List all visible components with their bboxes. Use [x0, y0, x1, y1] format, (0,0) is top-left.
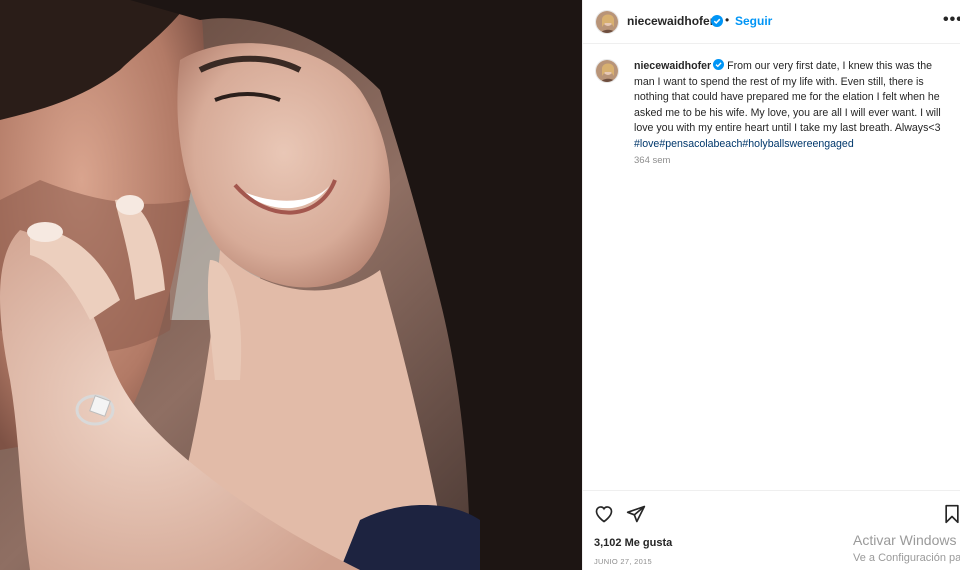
author-username[interactable]: niecewaidhofer: [627, 14, 714, 28]
hashtag-link[interactable]: #pensacolabeach: [659, 138, 742, 150]
avatar-image: [596, 60, 618, 82]
post-photo[interactable]: [0, 0, 582, 570]
photo-image: [0, 0, 582, 570]
hashtag-link[interactable]: #love: [634, 138, 659, 150]
os-activation-watermark: Activar Windows Ve a Configuración para …: [583, 491, 960, 571]
caption-avatar[interactable]: [595, 59, 619, 83]
post-details-panel: niecewaidhofer • Seguir ••• niecewaidhof…: [582, 0, 960, 570]
hashtag-link[interactable]: #holyballswereengaged: [742, 138, 853, 150]
more-options-icon[interactable]: •••: [943, 10, 960, 30]
watermark-line1: Activar Windows: [853, 532, 957, 548]
verified-badge-icon: [713, 59, 725, 70]
watermark-line2: Ve a Configuración para activar Windows.: [853, 552, 960, 564]
avatar-image: [596, 11, 618, 33]
post-actions: 3,102 Me gusta JUNIO 27, 2015 Activar Wi…: [583, 490, 960, 570]
caption-username[interactable]: niecewaidhofer: [634, 60, 711, 72]
verified-badge-icon: [711, 15, 723, 27]
post-header: niecewaidhofer • Seguir •••: [583, 0, 960, 44]
follow-button[interactable]: Seguir: [735, 14, 772, 28]
post-caption: niecewaidhofer From our very first date, …: [634, 59, 952, 152]
header-separator: •: [725, 13, 730, 27]
caption-time-ago[interactable]: 364 sem: [634, 155, 670, 166]
author-avatar[interactable]: [595, 10, 619, 34]
